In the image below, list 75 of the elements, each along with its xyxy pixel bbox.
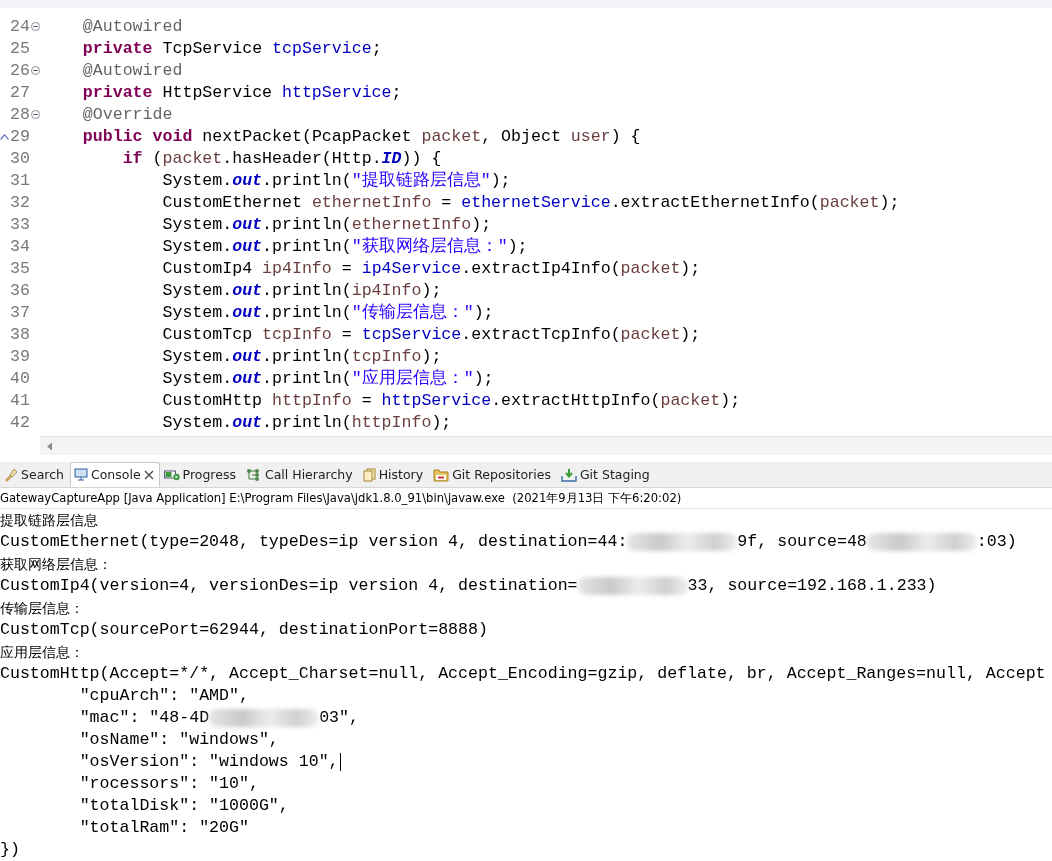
code-line: CustomIp4 ip4Info = ip4Service.extractIp4Info(packet); xyxy=(161,258,701,278)
download-tray-icon xyxy=(560,467,577,482)
console-line: "totalRam": "20G" xyxy=(78,817,250,839)
line-number: 40 xyxy=(10,368,30,388)
line-number: 25 xyxy=(10,38,30,58)
code-line: System.out.println("应用层信息："); xyxy=(161,367,494,389)
collapse-icon[interactable] xyxy=(31,109,40,119)
code-line: System.out.println(ip4Info); xyxy=(161,280,442,300)
code-line: CustomEthernet ethernetInfo = ethernetService.extractEthernetInfo(packet); xyxy=(161,192,900,212)
line-number: 34 xyxy=(10,236,30,256)
line-number: 29 xyxy=(10,126,30,146)
git-folder-icon xyxy=(433,467,450,482)
code-line: CustomTcp tcpInfo = tcpService.extractTcpInfo(packet); xyxy=(161,324,701,344)
console-line: "totalDisk": "1000G", xyxy=(78,795,290,817)
console-line: 获取网络层信息： xyxy=(0,555,113,574)
code-line: System.out.println(tcpInfo); xyxy=(161,346,442,366)
console-line: "rocessors": "10", xyxy=(78,773,260,795)
view-tab[interactable]: Console xyxy=(69,462,160,487)
collapse-icon[interactable] xyxy=(31,21,40,31)
code-line: private HttpService httpService; xyxy=(81,82,402,102)
monitor-icon xyxy=(73,468,88,481)
console-line: 传输层信息： xyxy=(0,599,85,618)
console-line: CustomIp4(version=4, versionDes=ip version 4, destination= 33, source=192.168.1.233) xyxy=(0,575,938,597)
scroll-left-icon[interactable] xyxy=(46,441,53,451)
line-number: 41 xyxy=(10,390,30,410)
code-line: System.out.println("获取网络层信息："); xyxy=(161,236,528,257)
console-line: "osName": "windows", xyxy=(78,729,280,751)
console-line: "mac": "48-4D 03", xyxy=(78,707,360,729)
console-line: CustomEthernet(type=2048, typeDes=ip version 4, destination=44: 9f, source=48 :03) xyxy=(0,531,1018,553)
line-number: 36 xyxy=(10,280,30,300)
code-line: System.out.println(httpInfo); xyxy=(161,412,452,432)
console-line: }) xyxy=(0,839,21,861)
view-tab[interactable]: Call Hierarchy xyxy=(241,462,359,487)
view-tab[interactable]: Git Repositories xyxy=(429,462,557,487)
view-tab[interactable]: Git Staging xyxy=(556,462,656,487)
hierarchy-icon xyxy=(245,467,262,482)
document-stack-icon xyxy=(362,467,376,482)
console-header: GatewayCaptureApp [Java Application] E:\Program Files\Java\jdk1.8.0_91\bin\javaw.exe (2021年9月13日 下午6:20:02) xyxy=(0,489,1052,509)
code-line: private TcpService tcpService; xyxy=(81,38,382,58)
line-number: 38 xyxy=(10,324,30,344)
line-number: 28 xyxy=(10,104,30,124)
console-line: 提取链路层信息 xyxy=(0,511,99,530)
line-number: 31 xyxy=(10,170,30,190)
flashlight-icon xyxy=(4,467,18,482)
code-line: System.out.println(ethernetInfo); xyxy=(161,214,492,234)
line-number: 24 xyxy=(10,16,30,36)
code-line: if (packet.hasHeader(Http.ID)) { xyxy=(121,148,442,168)
console-line: CustomHttp(Accept=*/*, Accept_Charset=null, Accept_Encoding=gzip, deflate, br, Accept_Ranges=null, Accept xyxy=(0,663,1047,685)
line-number: 35 xyxy=(10,258,30,278)
close-icon[interactable] xyxy=(143,469,154,480)
code-line: System.out.println("提取链路层信息"); xyxy=(161,170,511,191)
code-line: CustomHttp httpInfo = httpService.extractHttpInfo(packet); xyxy=(161,390,741,410)
line-number: 27 xyxy=(10,82,30,102)
line-number: 39 xyxy=(10,346,30,366)
line-number: 42 xyxy=(10,412,30,432)
line-number: 33 xyxy=(10,214,30,234)
console-line: "osVersion": "windows 10", xyxy=(78,751,342,773)
code-line: @Autowired xyxy=(81,60,183,80)
console-line: "cpuArch": "AMD", xyxy=(78,685,250,707)
code-line: System.out.println("传输层信息："); xyxy=(161,302,494,323)
code-line: @Autowired xyxy=(81,16,183,36)
line-number: 30 xyxy=(10,148,30,168)
view-tab[interactable]: Search xyxy=(0,462,70,487)
code-line: public void nextPacket(PcapPacket packet, Object user) { xyxy=(81,126,641,146)
progress-bar-icon xyxy=(163,468,180,481)
line-number: 26 xyxy=(10,60,30,80)
collapse-icon[interactable] xyxy=(31,65,40,75)
code-line: @Override xyxy=(81,104,173,124)
console-line: CustomTcp(sourcePort=62944, destinationPort=8888) xyxy=(0,619,489,641)
horizontal-scrollbar[interactable] xyxy=(40,436,1052,455)
view-tab[interactable]: History xyxy=(358,462,430,487)
line-number: 37 xyxy=(10,302,30,322)
view-tab[interactable]: Progress xyxy=(159,462,242,487)
line-number: 32 xyxy=(10,192,30,212)
console-line: 应用层信息： xyxy=(0,643,85,662)
